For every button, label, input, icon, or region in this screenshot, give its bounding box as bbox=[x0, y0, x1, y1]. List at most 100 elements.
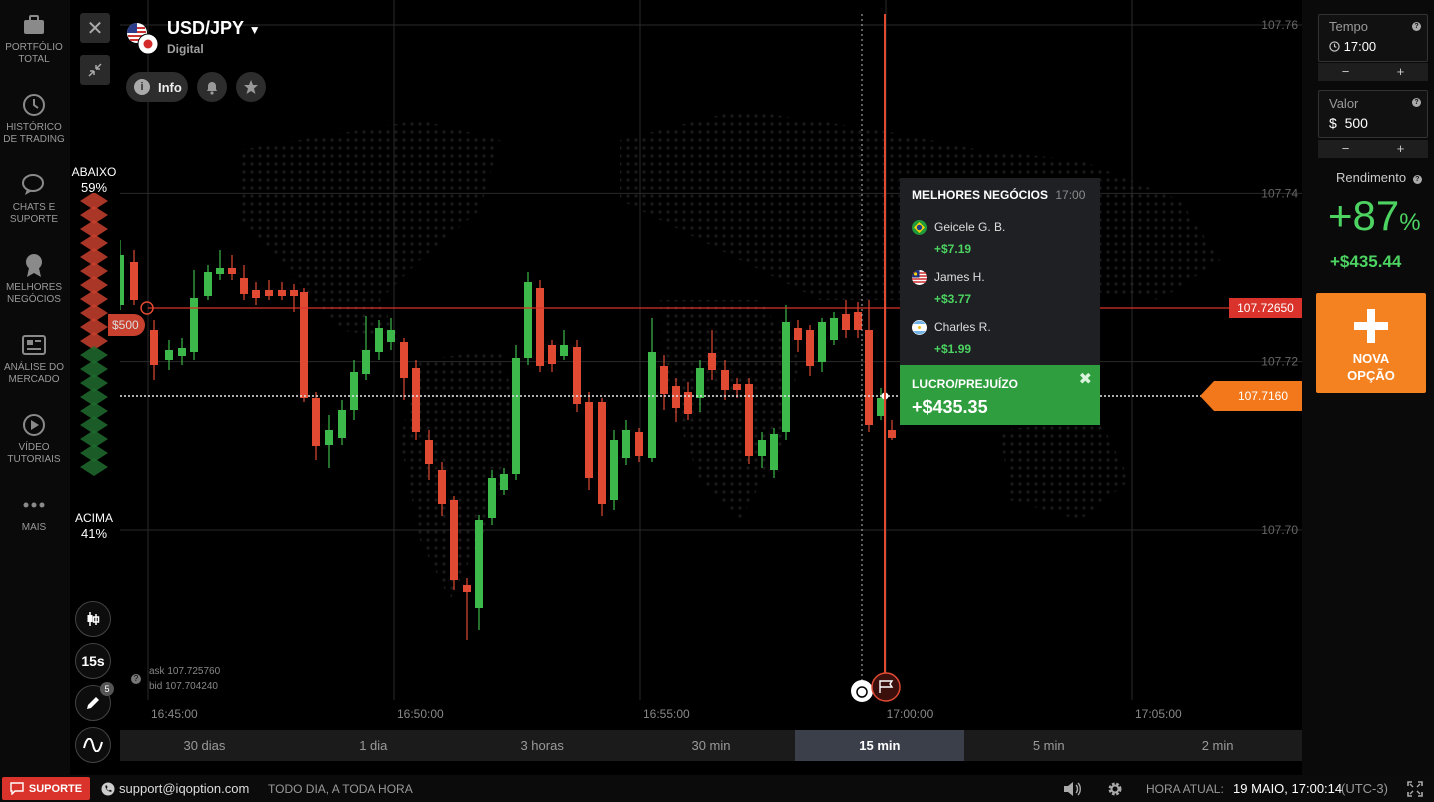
investment-decrease-button[interactable]: − bbox=[1318, 140, 1373, 158]
timeframe-3-hours[interactable]: 3 horas bbox=[458, 730, 627, 761]
candle-body bbox=[500, 474, 508, 490]
candle-body bbox=[758, 440, 766, 456]
candle-body bbox=[312, 398, 320, 446]
candle-body bbox=[463, 585, 471, 592]
current-price-tag: 107.7160 bbox=[1200, 381, 1302, 411]
candle-body bbox=[648, 352, 656, 458]
timeframe-15-min[interactable]: 15 min bbox=[795, 730, 965, 761]
sidebar-item-label: HISTÓRICO DE TRADING bbox=[3, 122, 65, 145]
price-chart[interactable]: 107.76 107.74 107.72 107.70 16:45:00 16:50:00… bbox=[120, 0, 1302, 730]
sidebar-item-history[interactable]: HISTÓRICO DE TRADING bbox=[0, 92, 68, 146]
candle-body bbox=[733, 384, 741, 390]
candle-body bbox=[830, 318, 838, 340]
candle-body bbox=[438, 470, 446, 504]
candle-body bbox=[806, 330, 814, 366]
indicators-button[interactable] bbox=[75, 727, 111, 763]
help-icon[interactable]: ? bbox=[1412, 98, 1421, 107]
sentiment-diamond bbox=[80, 458, 108, 476]
bell-icon bbox=[207, 82, 217, 95]
investment-field[interactable]: Valor ? $ 500 bbox=[1318, 90, 1428, 138]
investment-increase-button[interactable]: + bbox=[1373, 140, 1428, 158]
time-axis-label: 16:50:00 bbox=[397, 707, 444, 721]
candle-body bbox=[770, 434, 778, 470]
time-axis-label: 16:55:00 bbox=[643, 707, 690, 721]
timer-icon bbox=[851, 680, 873, 702]
strike-price-tag: 107.72650 bbox=[1229, 298, 1302, 318]
drawings-count-badge: 5 bbox=[100, 682, 114, 696]
clock-label: HORA ATUAL: bbox=[1146, 782, 1224, 796]
alerts-button[interactable] bbox=[197, 72, 227, 102]
expiry-time-field[interactable]: Tempo ? 17:00 bbox=[1318, 14, 1428, 62]
candle-body bbox=[512, 358, 520, 474]
timeframe-1-day[interactable]: 1 dia bbox=[289, 730, 458, 761]
sentiment-down-bar bbox=[80, 193, 108, 350]
trade-amount: $500 bbox=[112, 318, 139, 332]
chevron-down-icon: ▼ bbox=[248, 23, 261, 37]
candle-body bbox=[325, 430, 333, 445]
candle-body bbox=[635, 432, 643, 456]
trader-name: James H. bbox=[934, 270, 985, 284]
clock-value: 19 MAIO, 17:00:14 bbox=[1233, 781, 1343, 796]
expiry-time-increase-button[interactable]: + bbox=[1373, 63, 1428, 81]
candle-body bbox=[782, 322, 790, 432]
favorite-button[interactable] bbox=[236, 72, 266, 102]
news-icon bbox=[21, 332, 47, 358]
timeframe-2-min[interactable]: 2 min bbox=[1133, 730, 1302, 761]
sidebar-item-label: VÍDEO TUTORIAIS bbox=[7, 442, 61, 465]
price-axis-label: 107.76 bbox=[1261, 18, 1298, 32]
info-button[interactable]: i Info bbox=[126, 72, 188, 102]
timeframe-5-min[interactable]: 5 min bbox=[964, 730, 1133, 761]
help-icon[interactable]: ? bbox=[131, 674, 141, 684]
help-icon[interactable]: ? bbox=[1412, 175, 1422, 184]
drawing-tools-button[interactable]: 5 bbox=[75, 682, 114, 721]
sentiment-up-label: ACIMA bbox=[74, 511, 113, 525]
collapse-button[interactable] bbox=[80, 55, 110, 85]
candle-body bbox=[216, 268, 224, 274]
new-option-button[interactable]: NOVA OPÇÃO bbox=[1316, 293, 1426, 393]
asset-selector[interactable]: USD/JPY ▼ bbox=[167, 18, 261, 39]
trade-amount-marker[interactable]: $500 bbox=[108, 314, 145, 336]
trader-profit: +$7.19 bbox=[934, 242, 972, 256]
brazil-flag-icon bbox=[912, 220, 927, 235]
sidebar-item-label: ANÁLISE DO MERCADO bbox=[3, 362, 65, 385]
candle-body bbox=[598, 402, 606, 504]
support-button[interactable]: SUPORTE bbox=[2, 777, 90, 800]
help-icon[interactable]: ? bbox=[1412, 22, 1421, 31]
timeframe-30-min[interactable]: 30 min bbox=[627, 730, 796, 761]
candle-body bbox=[130, 262, 138, 300]
sidebar-item-market-analysis[interactable]: ANÁLISE DO MERCADO bbox=[0, 332, 68, 386]
time-axis-label: 17:05:00 bbox=[1135, 707, 1182, 721]
sidebar-item-chats[interactable]: CHATS E SUPORTE bbox=[0, 172, 68, 226]
support-email[interactable]: support@iqoption.com bbox=[119, 781, 249, 796]
star-icon bbox=[244, 80, 258, 94]
sidebar-item-best-trades[interactable]: MELHORES NEGÓCIOS bbox=[0, 252, 68, 306]
new-option-label: NOVA OPÇÃO bbox=[1347, 351, 1395, 383]
close-icon[interactable]: ✖ bbox=[1079, 369, 1092, 389]
footer: SUPORTE support@iqoption.com TODO DIA, A… bbox=[0, 775, 1434, 802]
candle-body bbox=[560, 345, 568, 356]
volume-icon[interactable] bbox=[1062, 781, 1082, 797]
candle-body bbox=[865, 330, 873, 425]
expiry-time-decrease-button[interactable]: − bbox=[1318, 63, 1373, 81]
best-trades-panel[interactable]: MELHORES NEGÓCIOS 17:00 Geicele G. B. +$… bbox=[900, 178, 1100, 365]
candle-body bbox=[150, 330, 158, 365]
chart-type-button[interactable] bbox=[75, 601, 111, 637]
plus-icon bbox=[1354, 309, 1388, 343]
sidebar-item-label: PORTFÓLIO TOTAL bbox=[5, 42, 63, 65]
sidebar-item-video-tutorials[interactable]: VÍDEO TUTORIAIS bbox=[0, 412, 68, 466]
candle-body bbox=[204, 272, 212, 296]
candle-body bbox=[290, 290, 298, 296]
interval-button[interactable]: 15s bbox=[75, 643, 111, 679]
support-label: SUPORTE bbox=[28, 782, 83, 795]
sidebar-item-label: MAIS bbox=[21, 522, 47, 533]
sidebar-item-more[interactable]: MAIS bbox=[0, 492, 68, 534]
gear-icon[interactable] bbox=[1106, 780, 1124, 798]
timeframe-30-days[interactable]: 30 dias bbox=[120, 730, 289, 761]
close-asset-button[interactable]: ✕ bbox=[80, 13, 110, 43]
fullscreen-icon[interactable] bbox=[1407, 781, 1423, 797]
yield-label: Rendimento bbox=[1336, 170, 1407, 185]
yield-percent-value: +87 bbox=[1328, 192, 1400, 239]
sidebar-item-portfolio[interactable]: PORTFÓLIO TOTAL bbox=[0, 12, 68, 66]
candle-body bbox=[412, 368, 420, 432]
ask-price: ask 107.725760 bbox=[149, 666, 221, 677]
